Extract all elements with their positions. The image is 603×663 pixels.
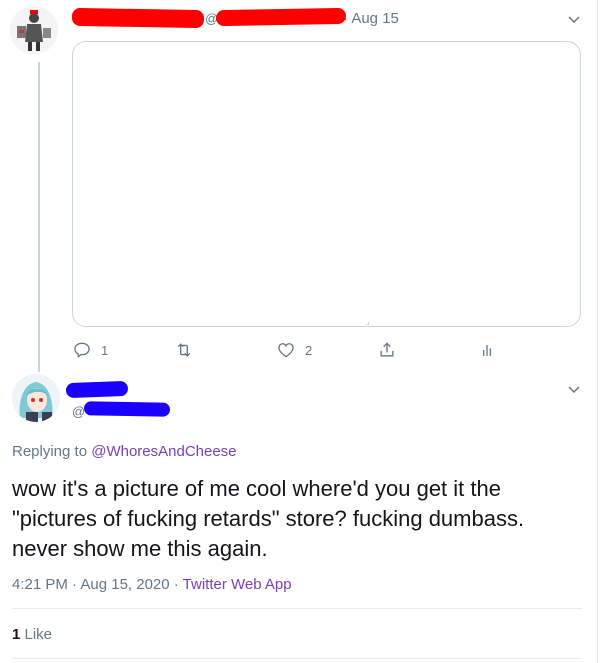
- analytics-button[interactable]: [477, 339, 497, 361]
- replying-to-handle-link[interactable]: @WhoresAndCheese: [91, 443, 236, 460]
- share-icon: [380, 342, 394, 357]
- retweet-button[interactable]: [174, 339, 203, 361]
- timeline-frame: @ · Aug 15 ⌟ 1 2 @ Replying to @WhoresAn…: [0, 0, 598, 663]
- reply-button[interactable]: 1: [72, 339, 108, 361]
- redacted-display-name: [71, 7, 205, 29]
- thread-connector-line: [38, 62, 40, 372]
- reply-likes-summary[interactable]: 1 Like: [12, 626, 52, 643]
- reply-tweet-avatar[interactable]: [12, 374, 60, 422]
- parent-avatar-image: [10, 6, 58, 54]
- reply-tweet-meta: 4:21 PM · Aug 15, 2020 · Twitter Web App: [12, 576, 292, 593]
- likes-divider: [12, 658, 582, 659]
- reply-avatar-image: [12, 374, 60, 422]
- replying-to-prefix: Replying to: [12, 443, 92, 460]
- parent-tweet-actions: 1 2: [72, 339, 581, 361]
- parent-tweet-avatar[interactable]: [10, 6, 58, 54]
- media-resize-mark: ⌟: [366, 317, 370, 326]
- share-button[interactable]: [377, 339, 397, 361]
- like-button[interactable]: 2: [276, 339, 312, 361]
- redacted-reply-handle: [83, 401, 171, 417]
- reply-source-link[interactable]: Twitter Web App: [183, 576, 292, 593]
- like-count: 2: [305, 342, 313, 358]
- reply-more-chevron-icon[interactable]: [565, 380, 583, 398]
- reply-like-label: Like: [20, 626, 53, 643]
- reply-timestamp[interactable]: 4:21 PM · Aug 15, 2020 ·: [12, 576, 183, 593]
- redacted-reply-display-name: [65, 380, 129, 399]
- parent-more-chevron-icon[interactable]: [565, 10, 583, 28]
- heart-icon: [278, 343, 294, 358]
- replying-to-line: Replying to @WhoresAndCheese: [12, 443, 237, 460]
- reply-count: 1: [101, 342, 109, 358]
- analytics-bars-icon: [483, 345, 491, 356]
- redacted-handle: [215, 7, 347, 27]
- meta-divider: [12, 608, 582, 609]
- reply-tweet-text: wow it's a picture of me cool where'd yo…: [12, 476, 531, 561]
- parent-tweet-media-card[interactable]: [72, 41, 581, 327]
- retweet-icon: [177, 343, 191, 357]
- parent-tweet-date[interactable]: · Aug 15: [343, 10, 399, 27]
- reply-icon: [74, 342, 90, 358]
